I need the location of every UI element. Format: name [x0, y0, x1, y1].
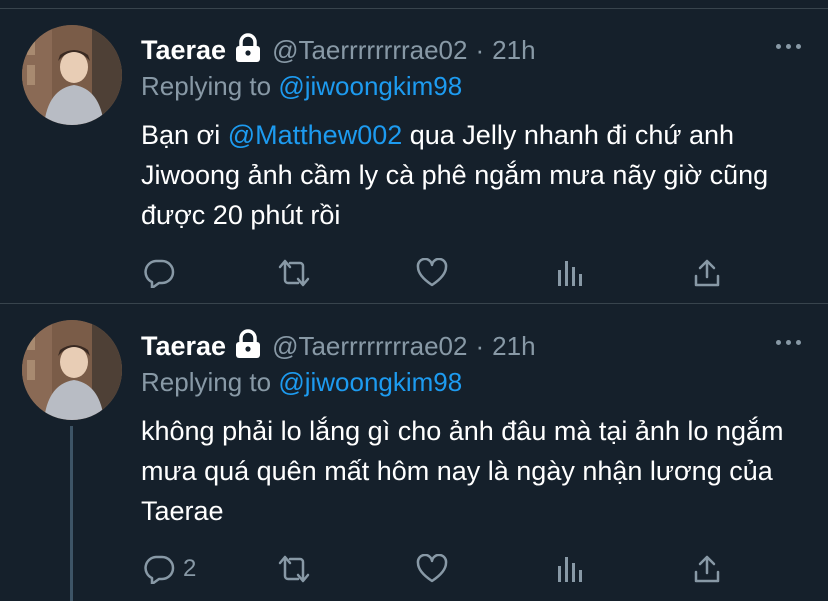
- tweet-actions: [0, 258, 828, 288]
- separator-dot: ·: [475, 34, 485, 65]
- lock-icon: [234, 328, 262, 364]
- replying-mention[interactable]: @jiwoongkim98: [278, 367, 462, 397]
- analytics-button[interactable]: [556, 554, 586, 584]
- reply-button[interactable]: 2: [143, 554, 196, 584]
- like-icon: [416, 258, 448, 288]
- avatar[interactable]: [22, 320, 122, 420]
- like-icon: [416, 554, 448, 584]
- separator-dot: ·: [475, 330, 485, 361]
- retweet-button[interactable]: [276, 258, 312, 288]
- share-button[interactable]: [692, 554, 722, 584]
- timestamp[interactable]: 21h: [492, 35, 535, 66]
- more-icon[interactable]: [776, 340, 801, 345]
- timestamp[interactable]: 21h: [492, 331, 535, 362]
- mention-link[interactable]: @Matthew002: [228, 120, 403, 150]
- tweet[interactable]: Taerae @Taerrrrrrrrae02 · 21h Replying t…: [0, 8, 828, 304]
- analytics-button[interactable]: [556, 258, 586, 288]
- user-handle[interactable]: @Taerrrrrrrrae02: [272, 331, 467, 362]
- replying-prefix: Replying to: [141, 367, 272, 397]
- reply-button[interactable]: [143, 258, 183, 288]
- reply-icon: [143, 258, 175, 288]
- tweet[interactable]: Taerae @Taerrrrrrrrae02 · 21h Replying t…: [0, 304, 828, 601]
- share-button[interactable]: [692, 258, 722, 288]
- reply-icon: [143, 554, 175, 584]
- like-button[interactable]: [416, 258, 448, 288]
- tweet-text: Bạn ơi @Matthew002 qua Jelly nhanh đi ch…: [141, 115, 811, 235]
- retweet-button[interactable]: [276, 554, 312, 584]
- replying-prefix: Replying to: [141, 71, 272, 101]
- tweet-header: Taerae @Taerrrrrrrrae02 · 21h: [141, 326, 536, 366]
- tweet-header: Taerae @Taerrrrrrrrae02 · 21h: [141, 30, 536, 70]
- tweet-text: không phải lo lắng gì cho ảnh đâu mà tại…: [141, 416, 784, 526]
- more-icon[interactable]: [776, 44, 801, 49]
- display-name[interactable]: Taerae: [141, 331, 226, 362]
- replying-to: Replying to @jiwoongkim98: [141, 367, 462, 398]
- share-icon: [692, 258, 722, 288]
- replying-to: Replying to @jiwoongkim98: [141, 71, 462, 102]
- tweet-actions: 2: [0, 554, 828, 584]
- replying-mention[interactable]: @jiwoongkim98: [278, 71, 462, 101]
- retweet-icon: [276, 554, 312, 584]
- reply-count: 2: [183, 555, 197, 582]
- analytics-icon: [556, 554, 586, 584]
- display-name[interactable]: Taerae: [141, 35, 226, 66]
- lock-icon: [234, 32, 262, 68]
- like-button[interactable]: [416, 554, 448, 584]
- share-icon: [692, 554, 722, 584]
- user-handle[interactable]: @Taerrrrrrrrae02: [272, 35, 467, 66]
- retweet-icon: [276, 258, 312, 288]
- tweet-text-before: Bạn ơi: [141, 120, 228, 150]
- avatar[interactable]: [22, 25, 122, 125]
- analytics-icon: [556, 258, 586, 288]
